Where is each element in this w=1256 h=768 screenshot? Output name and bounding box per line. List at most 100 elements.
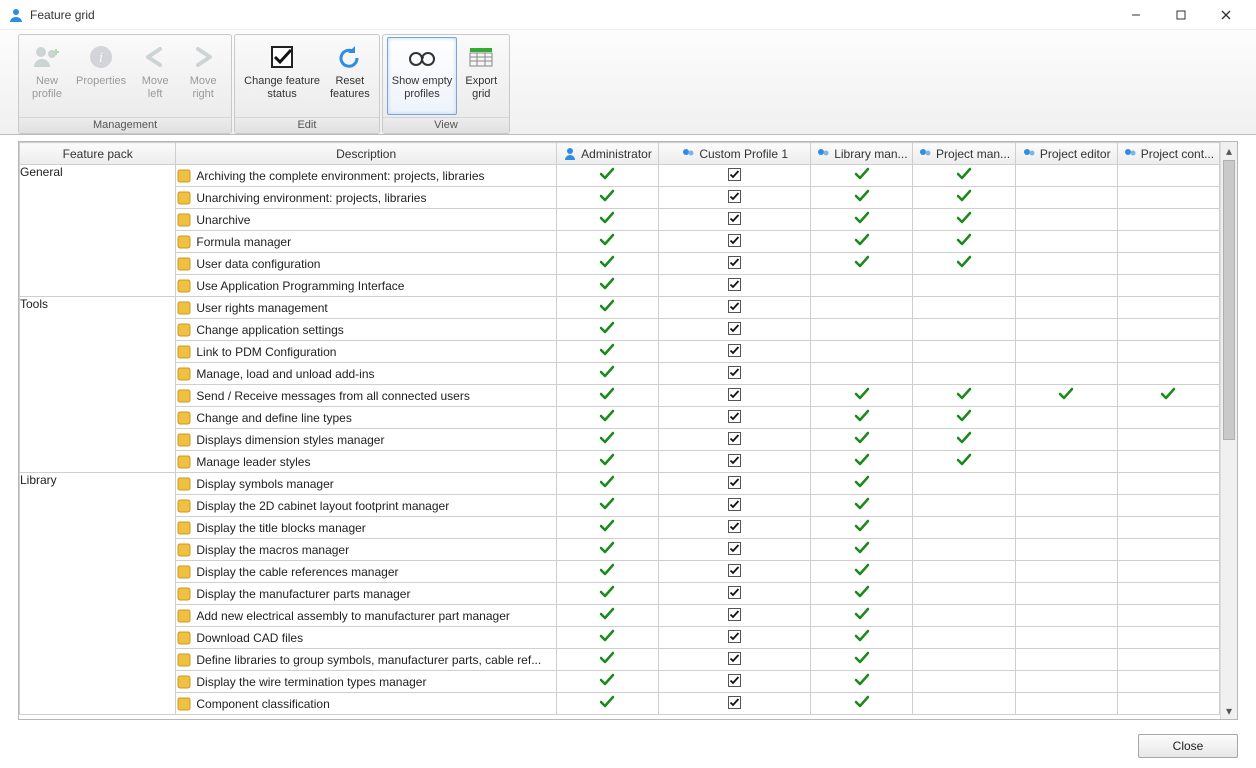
feature-cell[interactable]: [1117, 429, 1219, 451]
feature-cell[interactable]: [1117, 231, 1219, 253]
feature-cell[interactable]: [811, 275, 913, 297]
scroll-down-arrow[interactable]: ▾: [1221, 702, 1237, 719]
table-row[interactable]: Change application settings: [20, 319, 1220, 341]
header-profile-project-man[interactable]: Project man...: [913, 143, 1015, 165]
maximize-button[interactable]: [1158, 1, 1203, 29]
feature-cell[interactable]: [556, 275, 658, 297]
feature-cell[interactable]: [811, 473, 913, 495]
feature-cell[interactable]: [659, 671, 811, 693]
feature-cell[interactable]: [1117, 341, 1219, 363]
feature-cell[interactable]: [1117, 407, 1219, 429]
feature-cell[interactable]: [1015, 385, 1117, 407]
table-row[interactable]: Unarchive: [20, 209, 1220, 231]
table-row[interactable]: Manage leader styles: [20, 451, 1220, 473]
table-row[interactable]: Display the manufacturer parts manager: [20, 583, 1220, 605]
table-row[interactable]: Define libraries to group symbols, manuf…: [20, 649, 1220, 671]
feature-cell[interactable]: [1117, 649, 1219, 671]
feature-cell[interactable]: [1015, 275, 1117, 297]
feature-cell[interactable]: [556, 319, 658, 341]
feature-cell[interactable]: [1117, 165, 1219, 187]
minimize-button[interactable]: [1113, 1, 1158, 29]
feature-cell[interactable]: [1117, 253, 1219, 275]
feature-cell[interactable]: [659, 231, 811, 253]
feature-cell[interactable]: [811, 407, 913, 429]
feature-cell[interactable]: [913, 495, 1015, 517]
feature-cell[interactable]: [811, 341, 913, 363]
feature-cell[interactable]: [659, 429, 811, 451]
feature-cell[interactable]: [556, 385, 658, 407]
feature-cell[interactable]: [556, 561, 658, 583]
feature-cell[interactable]: [913, 517, 1015, 539]
feature-cell[interactable]: [556, 187, 658, 209]
feature-cell[interactable]: [913, 275, 1015, 297]
feature-cell[interactable]: [1015, 341, 1117, 363]
feature-cell[interactable]: [1117, 627, 1219, 649]
feature-cell[interactable]: [811, 209, 913, 231]
feature-cell[interactable]: [811, 561, 913, 583]
table-row[interactable]: Link to PDM Configuration: [20, 341, 1220, 363]
export-grid-button[interactable]: Exportgrid: [457, 37, 505, 115]
feature-cell[interactable]: [1015, 165, 1117, 187]
feature-cell[interactable]: [659, 517, 811, 539]
feature-cell[interactable]: [659, 627, 811, 649]
table-row[interactable]: Unarchiving environment: projects, libra…: [20, 187, 1220, 209]
table-row[interactable]: User data configuration: [20, 253, 1220, 275]
feature-cell[interactable]: [556, 495, 658, 517]
table-row[interactable]: LibraryDisplay symbols manager: [20, 473, 1220, 495]
feature-cell[interactable]: [913, 407, 1015, 429]
feature-cell[interactable]: [659, 297, 811, 319]
feature-cell[interactable]: [1015, 517, 1117, 539]
feature-cell[interactable]: [913, 297, 1015, 319]
feature-cell[interactable]: [556, 341, 658, 363]
feature-cell[interactable]: [1015, 649, 1117, 671]
feature-cell[interactable]: [913, 231, 1015, 253]
feature-cell[interactable]: [913, 363, 1015, 385]
header-profile-library-man[interactable]: Library man...: [811, 143, 913, 165]
feature-cell[interactable]: [1015, 451, 1117, 473]
feature-cell[interactable]: [811, 231, 913, 253]
feature-cell[interactable]: [556, 649, 658, 671]
properties-button[interactable]: i Properties: [71, 37, 131, 115]
feature-cell[interactable]: [1015, 561, 1117, 583]
close-window-button[interactable]: [1203, 1, 1248, 29]
feature-cell[interactable]: [1117, 495, 1219, 517]
feature-cell[interactable]: [659, 693, 811, 715]
header-description[interactable]: Description: [176, 143, 557, 165]
feature-cell[interactable]: [1117, 473, 1219, 495]
feature-cell[interactable]: [1015, 209, 1117, 231]
feature-cell[interactable]: [811, 187, 913, 209]
feature-cell[interactable]: [1117, 605, 1219, 627]
feature-cell[interactable]: [811, 627, 913, 649]
feature-cell[interactable]: [1015, 319, 1117, 341]
feature-cell[interactable]: [1117, 583, 1219, 605]
feature-cell[interactable]: [659, 495, 811, 517]
header-profile-project-editor[interactable]: Project editor: [1015, 143, 1117, 165]
feature-cell[interactable]: [913, 539, 1015, 561]
table-row[interactable]: Component classification: [20, 693, 1220, 715]
table-row[interactable]: Display the wire termination types manag…: [20, 671, 1220, 693]
feature-cell[interactable]: [1015, 473, 1117, 495]
table-row[interactable]: Display the macros manager: [20, 539, 1220, 561]
feature-cell[interactable]: [811, 517, 913, 539]
feature-cell[interactable]: [811, 539, 913, 561]
feature-cell[interactable]: [1117, 187, 1219, 209]
feature-cell[interactable]: [811, 385, 913, 407]
feature-cell[interactable]: [913, 627, 1015, 649]
feature-cell[interactable]: [1015, 253, 1117, 275]
table-row[interactable]: Display the title blocks manager: [20, 517, 1220, 539]
feature-cell[interactable]: [811, 671, 913, 693]
feature-cell[interactable]: [659, 209, 811, 231]
feature-cell[interactable]: [659, 649, 811, 671]
scroll-thumb[interactable]: [1223, 160, 1235, 440]
feature-cell[interactable]: [913, 319, 1015, 341]
feature-cell[interactable]: [1117, 385, 1219, 407]
feature-cell[interactable]: [913, 561, 1015, 583]
table-row[interactable]: Displays dimension styles manager: [20, 429, 1220, 451]
feature-cell[interactable]: [1015, 297, 1117, 319]
feature-cell[interactable]: [659, 363, 811, 385]
feature-cell[interactable]: [913, 583, 1015, 605]
feature-cell[interactable]: [1015, 605, 1117, 627]
feature-cell[interactable]: [1015, 583, 1117, 605]
feature-cell[interactable]: [556, 539, 658, 561]
feature-cell[interactable]: [556, 407, 658, 429]
